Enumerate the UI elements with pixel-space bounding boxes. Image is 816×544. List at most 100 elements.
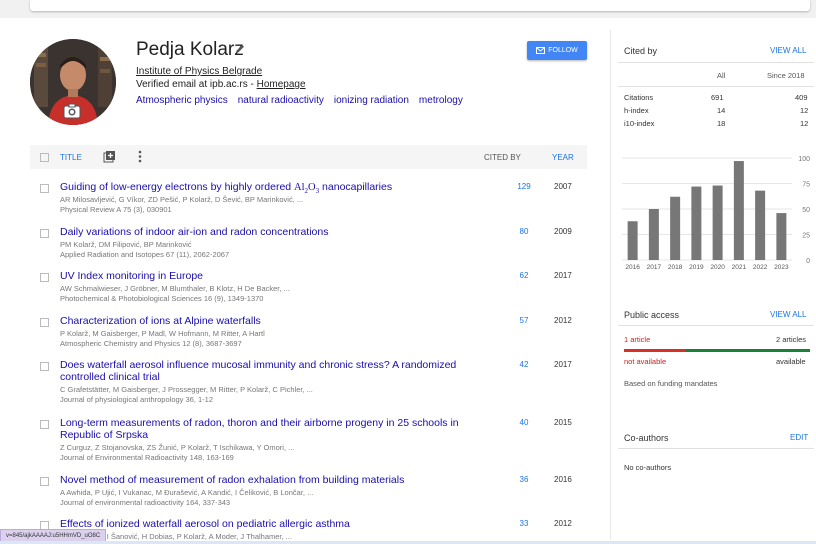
homepage-link[interactable]: Homepage (257, 79, 306, 90)
formula-o: O (308, 182, 316, 193)
article-title-link[interactable]: Effects of ionized waterfall aerosol on … (60, 518, 460, 530)
follow-label: FOLLOW (548, 47, 578, 54)
verified-text: Verified email at ipb.ac.rs - (136, 79, 257, 90)
article-authors: C Grafetstätter, M Gaisberger, J Prosseg… (60, 385, 313, 394)
available-count[interactable]: 2 articles (776, 335, 806, 344)
x-tick-label: 2021 (732, 264, 747, 271)
article-journal: Photochemical & Photobiological Sciences… (60, 294, 264, 303)
no-coauthors-text: No co-authors (624, 463, 672, 472)
citation-bar-2021[interactable] (733, 161, 744, 260)
stat-since: 409 (795, 93, 808, 102)
interests-list: Atmospheric physics natural radioactivity… (136, 95, 473, 106)
article-journal: Physical Review A 75 (3), 030901 (60, 205, 172, 214)
stat-all: 14 (717, 106, 726, 115)
follow-button[interactable]: FOLLOW (527, 41, 587, 60)
cited-count-link[interactable]: 36 (512, 475, 536, 484)
article-journal: Journal of physiological anthropology 36… (60, 395, 214, 404)
y-tick-label: 75 (802, 182, 810, 189)
title-part: Guiding of low-energy electrons by highl… (60, 181, 295, 193)
article-journal: Journal of environmental radioactivity 1… (60, 498, 231, 507)
edit-pencil-icon[interactable] (234, 42, 246, 54)
x-tick-label: 2017 (647, 264, 662, 271)
top-bar (0, 0, 816, 18)
sort-title[interactable]: TITLE (60, 153, 82, 162)
article-title-link[interactable]: Daily variations of indoor air-ion and r… (60, 226, 460, 238)
row-checkbox[interactable] (40, 477, 49, 486)
sort-year[interactable]: YEAR (552, 153, 574, 162)
x-tick-label: 2018 (668, 264, 683, 271)
article-journal: Atmospheric Chemistry and Physics 12 (8)… (60, 339, 242, 348)
article-year: 2007 (554, 182, 572, 191)
x-tick-label: 2023 (774, 264, 789, 271)
camera-icon[interactable] (63, 103, 81, 119)
article-title-link[interactable]: Novel method of measurement of radon exh… (60, 474, 460, 486)
articles-header: TITLE CITED BY YEAR (30, 145, 587, 169)
row-checkbox[interactable] (40, 318, 49, 327)
add-article-icon[interactable] (103, 150, 116, 165)
interest-link[interactable]: natural radioactivity (238, 95, 324, 106)
more-vert-icon[interactable] (138, 150, 142, 165)
cited-count-link[interactable]: 57 (512, 316, 536, 325)
article-journal: Journal of Environmental Radioactivity 1… (60, 453, 234, 462)
article-title-link[interactable]: Long-term measurements of radon, thoron … (60, 417, 460, 441)
stat-since: 12 (800, 119, 809, 128)
citation-bar-2018[interactable] (670, 196, 681, 260)
select-all-checkbox[interactable] (40, 153, 49, 162)
not-available-label: not available (624, 357, 667, 366)
y-tick-label: 100 (798, 156, 810, 163)
coauthors-edit-link[interactable]: EDIT (790, 433, 808, 442)
formula-al: Al (294, 182, 305, 193)
search-box[interactable] (30, 0, 810, 11)
row-checkbox[interactable] (40, 184, 49, 193)
public-access-view-all-link[interactable]: VIEW ALL (770, 310, 806, 319)
divider (618, 325, 814, 326)
article-title-link[interactable]: UV Index monitoring in Europe (60, 270, 460, 282)
row-checkbox[interactable] (40, 229, 49, 238)
article-title-link[interactable]: Does waterfall aerosol influence mucosal… (60, 359, 460, 383)
panel-divider (610, 30, 611, 540)
interest-link[interactable]: ionizing radiation (334, 95, 409, 106)
cited-count-link[interactable]: 42 (512, 360, 536, 369)
x-tick-label: 2019 (689, 264, 704, 271)
cited-by-view-all-link[interactable]: VIEW ALL (770, 46, 806, 55)
article-authors: AR Milosavljević, G Víkor, ZD Pešić, P K… (60, 195, 304, 204)
y-tick-label: 0 (806, 258, 810, 265)
row-checkbox[interactable] (40, 420, 49, 429)
affiliation-link[interactable]: Institute of Physics Belgrade (136, 66, 262, 77)
row-checkbox[interactable] (40, 362, 49, 371)
citation-bar-2016[interactable] (627, 221, 638, 260)
not-available-count[interactable]: 1 article (624, 335, 650, 344)
article-title-link[interactable]: Characterization of ions at Alpine water… (60, 315, 460, 327)
cited-count-link[interactable]: 40 (512, 418, 536, 427)
article-authors: P Kolarž, M Gaisberger, P Madl, W Hofman… (60, 329, 265, 338)
article-year: 2016 (554, 475, 572, 484)
cited-count-link[interactable]: 80 (512, 227, 536, 236)
public-access-title: Public access (624, 310, 680, 320)
available-label: available (776, 357, 806, 366)
article-year: 2012 (554, 316, 572, 325)
formula: Al2O3 (294, 182, 319, 195)
citation-bar-2022[interactable] (755, 190, 766, 260)
interest-link[interactable]: metrology (419, 95, 463, 106)
title-part: nanocapillaries (319, 181, 393, 193)
cited-count-link[interactable]: 62 (512, 271, 536, 280)
citation-bar-2019[interactable] (691, 186, 702, 260)
stat-label: h-index (624, 106, 649, 115)
article-year: 2017 (554, 360, 572, 369)
not-available-bar (624, 349, 686, 352)
divider (618, 62, 814, 63)
article-year: 2015 (554, 418, 572, 427)
row-checkbox[interactable] (40, 273, 49, 282)
y-tick-label: 50 (802, 207, 810, 214)
citation-bar-2017[interactable] (648, 209, 659, 260)
divider (618, 448, 814, 449)
citation-bar-2020[interactable] (712, 185, 723, 260)
article-authors: AW Schmalwieser, J Gröbner, M Blumthaler… (60, 284, 290, 293)
y-tick-label: 25 (802, 233, 810, 240)
mail-icon (536, 47, 546, 54)
interest-link[interactable]: Atmospheric physics (136, 95, 228, 106)
sort-cited-by[interactable]: CITED BY (484, 153, 521, 162)
citation-bar-2023[interactable] (776, 213, 787, 260)
cited-count-link[interactable]: 33 (512, 519, 536, 528)
cited-count-link[interactable]: 129 (512, 182, 536, 191)
